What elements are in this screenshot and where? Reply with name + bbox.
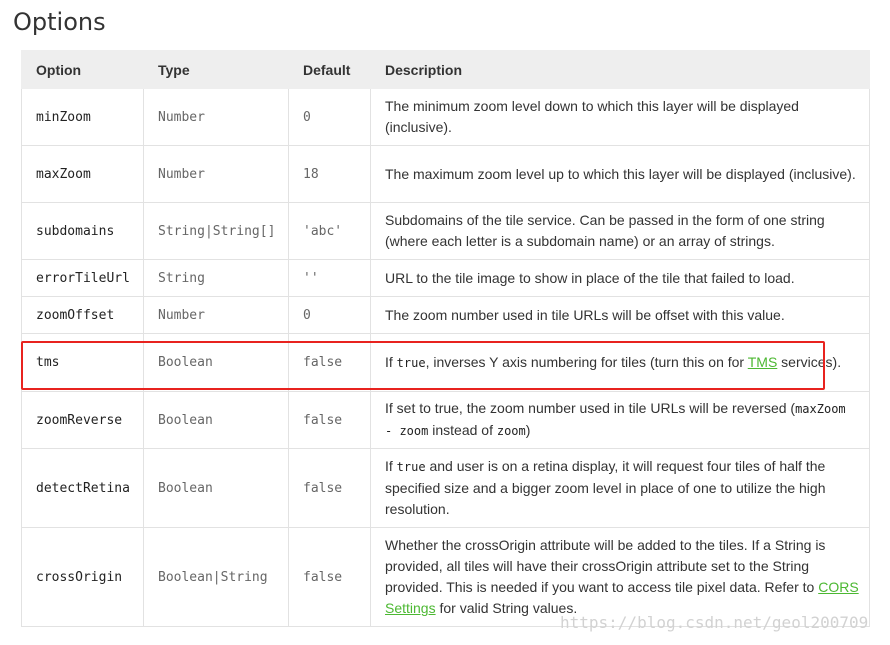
option-default: 0 xyxy=(288,296,371,334)
desc-text: for valid String values. xyxy=(435,600,578,616)
option-default: 'abc' xyxy=(288,202,371,260)
option-type: String|String[] xyxy=(143,202,289,260)
option-description: URL to the tile image to show in place o… xyxy=(370,259,870,297)
option-description: Whether the crossOrigin attribute will b… xyxy=(370,527,870,627)
table-row: detectRetina Boolean false If true and u… xyxy=(21,448,870,528)
option-name: tms xyxy=(21,333,144,392)
inline-code: true xyxy=(396,355,426,370)
inline-code: zoom xyxy=(496,424,526,438)
table-row: zoomReverse Boolean false If set to true… xyxy=(21,391,870,449)
option-name: maxZoom xyxy=(21,145,144,203)
watermark: https://blog.csdn.net/geol200709 xyxy=(560,613,869,632)
table-header-row: Option Type Default Description xyxy=(21,50,870,89)
option-name: detectRetina xyxy=(21,448,144,528)
desc-text: If set to true, the zoom number used in … xyxy=(385,400,796,416)
option-description: If true and user is on a retina display,… xyxy=(370,448,870,528)
table-row: maxZoom Number 18 The maximum zoom level… xyxy=(21,145,870,203)
table-row: tms Boolean false If true, inverses Y ax… xyxy=(21,333,870,392)
desc-text: Whether the crossOrigin attribute will b… xyxy=(385,537,826,595)
desc-text: If xyxy=(385,458,397,474)
option-name: crossOrigin xyxy=(21,527,144,627)
option-default: false xyxy=(288,333,371,392)
option-default: 0 xyxy=(288,88,371,146)
option-name: subdomains xyxy=(21,202,144,260)
option-type: Boolean xyxy=(143,448,289,528)
header-option: Option xyxy=(21,50,144,89)
option-default: '' xyxy=(288,259,371,297)
option-name: zoomOffset xyxy=(21,296,144,334)
desc-text: , inverses Y axis numbering for tiles (t… xyxy=(425,353,748,370)
tms-link[interactable]: TMS xyxy=(748,354,778,370)
header-default: Default xyxy=(288,50,371,89)
desc-text: ) xyxy=(525,422,531,438)
option-default: 18 xyxy=(288,145,371,203)
table-row: zoomOffset Number 0 The zoom number used… xyxy=(21,296,870,334)
table-row: minZoom Number 0 The minimum zoom level … xyxy=(21,88,870,146)
option-description: If set to true, the zoom number used in … xyxy=(370,391,870,449)
desc-text: If xyxy=(385,353,397,370)
option-name: errorTileUrl xyxy=(21,259,144,297)
option-type: Number xyxy=(143,88,289,146)
option-type: Boolean xyxy=(143,391,289,449)
table-row: crossOrigin Boolean|String false Whether… xyxy=(21,527,870,627)
desc-text: and user is on a retina display, it will… xyxy=(385,458,826,517)
inline-code: true xyxy=(396,460,426,474)
option-description: The zoom number used in tile URLs will b… xyxy=(370,296,870,334)
option-default: false xyxy=(288,448,371,528)
table-row: subdomains String|String[] 'abc' Subdoma… xyxy=(21,202,870,260)
header-type: Type xyxy=(143,50,289,89)
option-description: Subdomains of the tile service. Can be p… xyxy=(370,202,870,260)
option-type: Boolean|String xyxy=(143,527,289,627)
option-description: The maximum zoom level up to which this … xyxy=(370,145,870,203)
table-row: errorTileUrl String '' URL to the tile i… xyxy=(21,259,870,297)
desc-text: services). xyxy=(777,353,842,370)
option-type: Number xyxy=(143,296,289,334)
option-type: Boolean xyxy=(143,333,289,392)
option-default: false xyxy=(288,391,371,449)
option-name: zoomReverse xyxy=(21,391,144,449)
option-name: minZoom xyxy=(21,88,144,146)
option-type: String xyxy=(143,259,289,297)
page-title: Options xyxy=(13,8,106,36)
option-type: Number xyxy=(143,145,289,203)
desc-text: instead of xyxy=(428,422,497,438)
options-table: Option Type Default Description minZoom … xyxy=(21,50,870,627)
option-description: The minimum zoom level down to which thi… xyxy=(370,88,870,146)
option-default: false xyxy=(288,527,371,627)
option-description: If true, inverses Y axis numbering for t… xyxy=(370,333,870,392)
header-description: Description xyxy=(370,50,870,89)
